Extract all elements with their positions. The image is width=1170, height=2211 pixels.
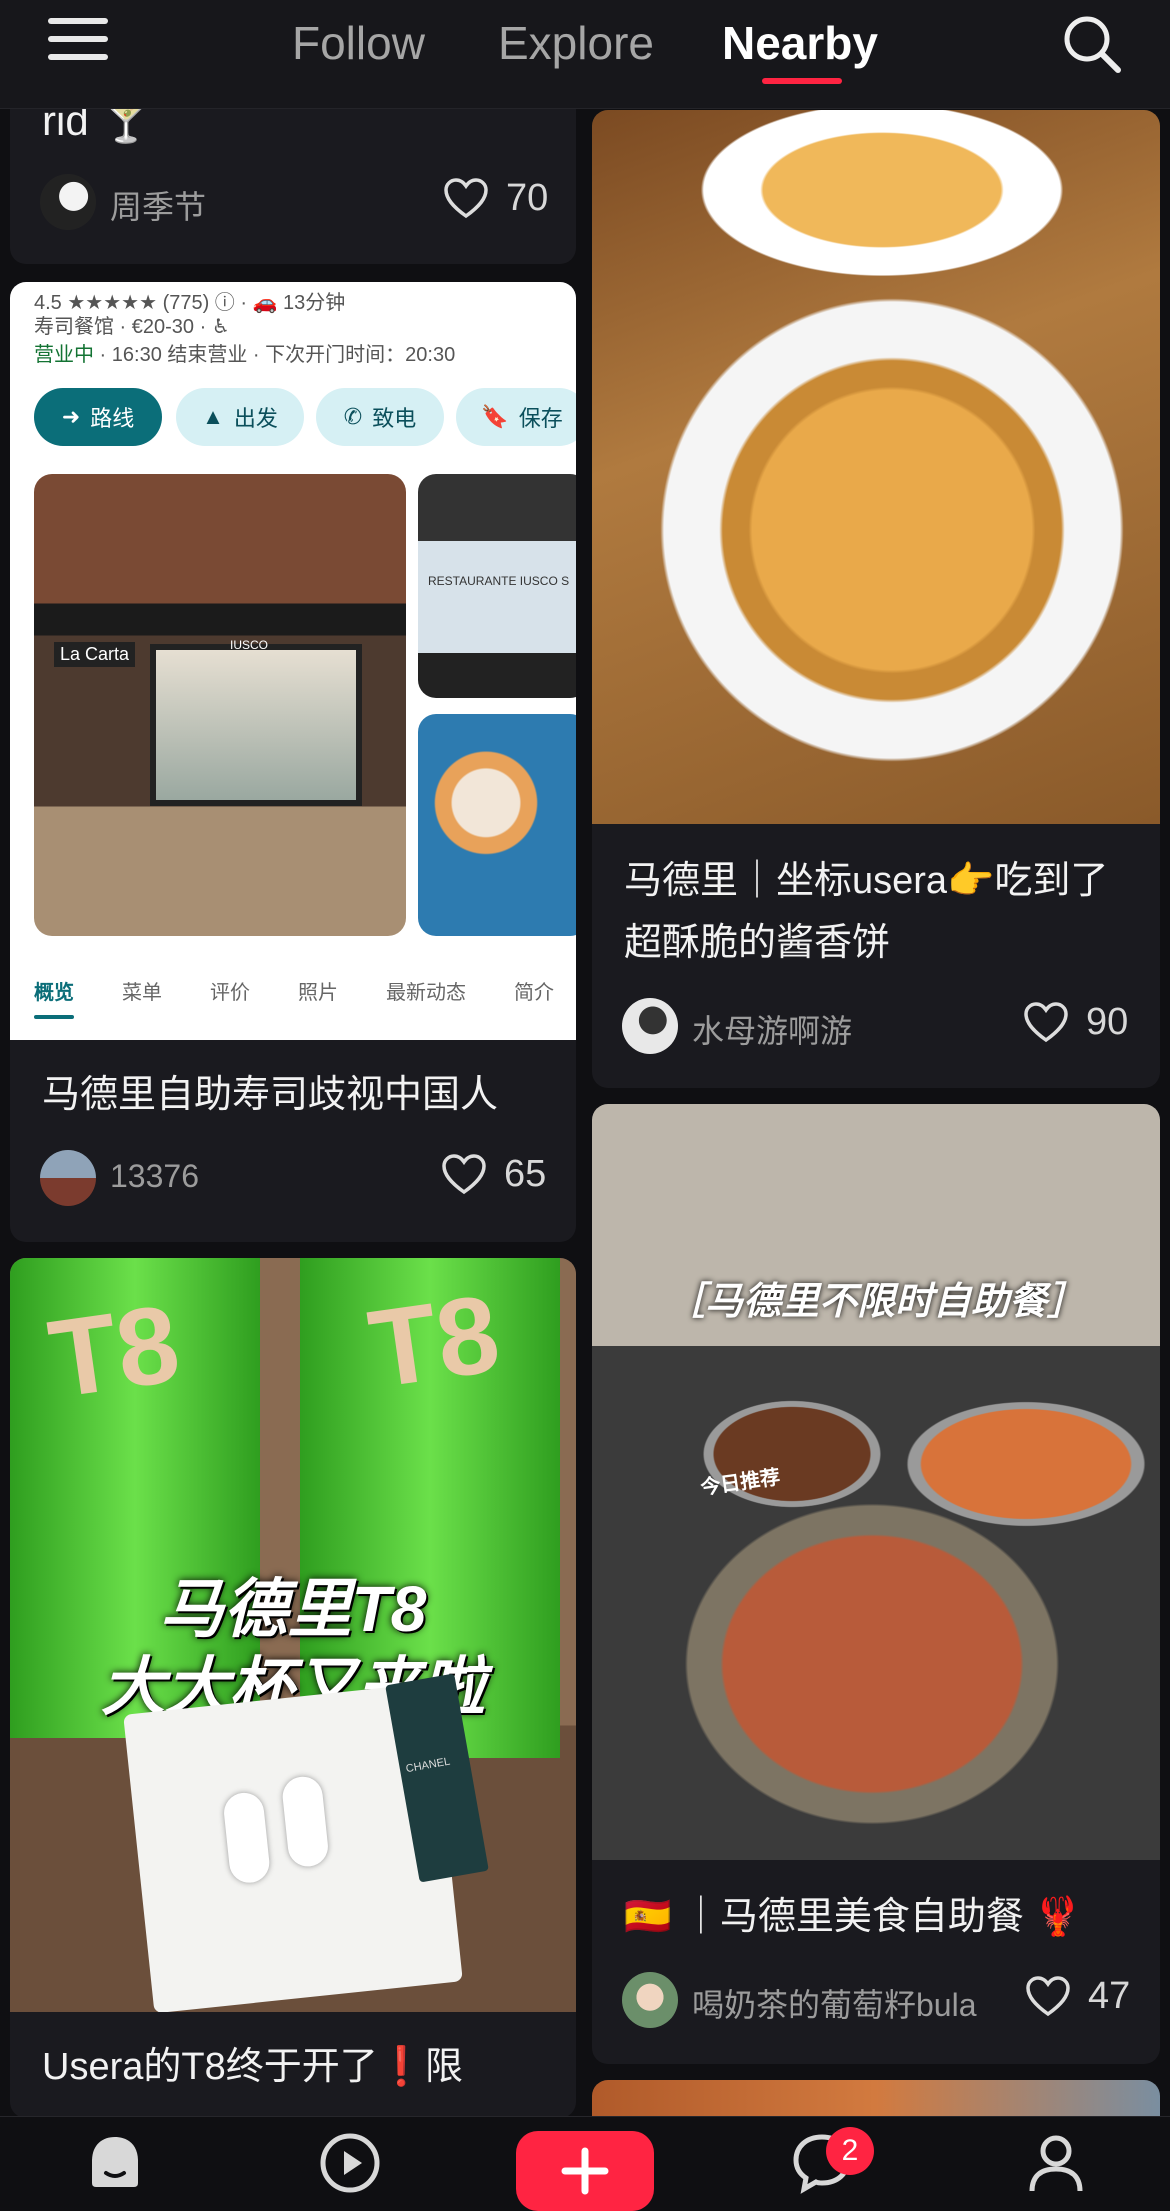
- tab-explore[interactable]: Explore: [498, 16, 654, 70]
- start-button: ▲ 出发: [176, 388, 304, 446]
- note-card[interactable]: 马德里｜坐标usera👉吃到了超酥脆的酱香饼 水母游啊游 90: [592, 110, 1160, 1088]
- maps-tabs: 概览 菜单 评价 照片 最新动态 简介: [34, 976, 554, 1019]
- author-name[interactable]: 13376: [110, 1158, 199, 1195]
- maps-tab: 照片: [298, 982, 338, 1004]
- like-button[interactable]: 47: [1024, 1974, 1130, 2018]
- note-card[interactable]: T8 T8 马德里T8 大大杯又来啦 CHANEL Usera的T8终于开了❗限: [10, 1258, 576, 2118]
- heart-icon: [1024, 1002, 1068, 1043]
- like-button[interactable]: 70: [442, 176, 548, 220]
- author-name[interactable]: 水母游啊游: [692, 1006, 852, 1052]
- side-sign-text: RESTAURANTE IUSCO S: [428, 574, 570, 588]
- directions-button: ➜ 路线: [34, 388, 162, 446]
- restaurant-facade-photo: La Carta IUSCO: [34, 474, 406, 936]
- restaurant-side-photo: RESTAURANTE IUSCO S: [418, 474, 576, 698]
- profile-icon[interactable]: [1024, 2131, 1088, 2200]
- hours-text: · 16:30 结束营业 · 下次开门时间：20:30: [94, 344, 456, 366]
- cover-text: ［马德里不限时自助餐］: [666, 1281, 1085, 1323]
- maps-tab: 概览: [34, 976, 74, 1019]
- note-title: Usera的T8终于开了❗限: [42, 2046, 464, 2088]
- hours-line: 营业中 · 16:30 结束营业 · 下次开门时间：20:30: [34, 338, 455, 367]
- heart-icon: [1026, 1976, 1070, 2017]
- bottom-navigation: 2: [0, 2116, 1170, 2211]
- like-button[interactable]: 90: [1022, 1000, 1128, 1044]
- avatar[interactable]: [40, 1150, 96, 1206]
- note-cover-image: 4.5 ★★★★★ (775) ⓘ · 🚗 13分钟 寿司餐馆 · €20-30…: [10, 282, 576, 1040]
- create-post-button[interactable]: [516, 2131, 654, 2211]
- message-badge: 2: [826, 2127, 874, 2175]
- save-button: 🔖 保存: [456, 388, 576, 446]
- like-count: 70: [506, 176, 549, 219]
- avatar[interactable]: [622, 998, 678, 1054]
- cup-logo: T8: [42, 1281, 187, 1422]
- avatar[interactable]: [40, 174, 96, 230]
- avatar[interactable]: [622, 1972, 678, 2028]
- search-icon[interactable]: [1060, 12, 1124, 76]
- author-name[interactable]: 周季节: [110, 182, 206, 228]
- note-cover-image: ［马德里不限时自助餐］ 今日推荐: [592, 1104, 1160, 1860]
- open-status: 营业中: [34, 344, 94, 366]
- top-bar: Follow Explore Nearby: [0, 0, 1170, 109]
- note-title: 马德里｜坐标usera👉吃到了超酥脆的酱香饼: [624, 860, 1109, 964]
- heart-icon: [444, 178, 488, 219]
- maps-tab: 简介: [514, 982, 554, 1004]
- navigation-arrow-icon: ▲: [202, 404, 224, 429]
- like-count: 65: [504, 1152, 547, 1195]
- call-button: ✆ 致电: [316, 388, 444, 446]
- note-cover-image: T8 T8 马德里T8 大大杯又来啦 CHANEL: [10, 1258, 576, 2012]
- like-count: 47: [1088, 1974, 1131, 2017]
- note-cover-image: [592, 110, 1160, 824]
- phone-icon: ✆: [343, 404, 363, 429]
- like-count: 90: [1086, 1000, 1129, 1043]
- tab-nearby[interactable]: Nearby: [722, 16, 878, 70]
- tab-follow[interactable]: Follow: [292, 16, 425, 70]
- note-title: 马德里自助寿司歧视中国人: [42, 1074, 499, 1116]
- note-title: 🇪🇸 ｜马德里美食自助餐 🦞: [624, 1896, 1082, 1938]
- sign-la-carta: La Carta: [54, 642, 136, 667]
- maps-tab: 最新动态: [386, 982, 466, 1004]
- plus-icon: [561, 2147, 609, 2195]
- sushi-photo: [418, 714, 576, 936]
- bookmark-icon: 🔖: [481, 404, 509, 429]
- heart-icon: [442, 1154, 486, 1195]
- cup-logo: T8: [362, 1271, 507, 1412]
- active-tab-indicator: [762, 78, 842, 84]
- video-icon[interactable]: [318, 2131, 382, 2200]
- note-card[interactable]: ［马德里不限时自助餐］ 今日推荐 🇪🇸 ｜马德里美食自助餐 🦞 喝奶茶的葡萄籽b…: [592, 1104, 1160, 2064]
- author-name[interactable]: 喝奶茶的葡萄籽bula: [692, 1980, 977, 2026]
- category-line: 寿司餐馆 · €20-30 · ♿: [34, 316, 230, 338]
- maps-tab: 菜单: [122, 982, 162, 1004]
- directions-icon: ➜: [61, 404, 81, 429]
- maps-tab: 评价: [210, 982, 250, 1004]
- menu-icon[interactable]: [48, 18, 108, 66]
- like-button[interactable]: 65: [440, 1152, 546, 1196]
- home-icon[interactable]: [84, 2131, 146, 2198]
- sign-iusco: IUSCO: [230, 638, 269, 652]
- note-card[interactable]: 4.5 ★★★★★ (775) ⓘ · 🚗 13分钟 寿司餐馆 · €20-30…: [10, 282, 576, 1242]
